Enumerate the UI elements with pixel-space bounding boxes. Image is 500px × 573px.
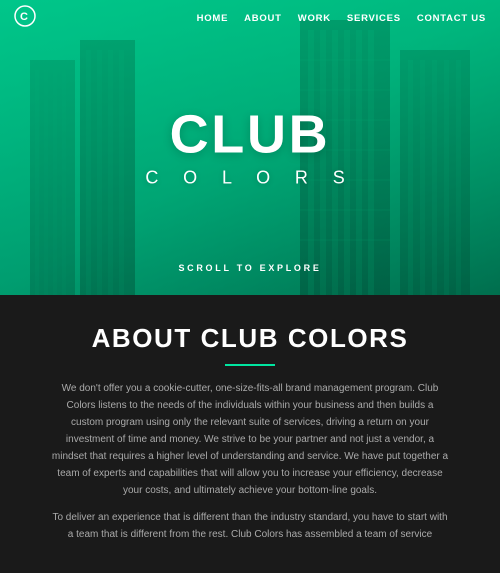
- about-paragraph-2: To deliver an experience that is differe…: [50, 509, 450, 543]
- about-title: ABOUT CLUB COLORS: [50, 323, 450, 354]
- navbar: C HOME ABOUT WORK SERVICES CONTACT US: [0, 0, 500, 36]
- nav-services-link[interactable]: SERVICES: [347, 13, 401, 24]
- nav-home-link[interactable]: HOME: [197, 13, 229, 24]
- nav-work-link[interactable]: WORK: [298, 13, 331, 24]
- nav-links: HOME ABOUT WORK SERVICES CONTACT US: [197, 13, 486, 24]
- about-divider: [225, 364, 275, 366]
- about-section: ABOUT CLUB COLORS We don't offer you a c…: [0, 295, 500, 573]
- nav-about-link[interactable]: ABOUT: [244, 13, 282, 24]
- hero-subtitle: C O L O R S: [145, 167, 354, 188]
- about-paragraph-1: We don't offer you a cookie-cutter, one-…: [50, 380, 450, 499]
- hero-title: CLUB: [145, 107, 354, 161]
- hero-content: CLUB C O L O R S: [145, 107, 354, 188]
- hero-scroll-text: SCROLL TO EXPLORE: [178, 263, 321, 273]
- hero-section: C HOME ABOUT WORK SERVICES CONTACT US CL…: [0, 0, 500, 295]
- svg-text:C: C: [20, 11, 28, 23]
- nav-contact-link[interactable]: CONTACT US: [417, 13, 486, 24]
- logo[interactable]: C: [14, 5, 36, 32]
